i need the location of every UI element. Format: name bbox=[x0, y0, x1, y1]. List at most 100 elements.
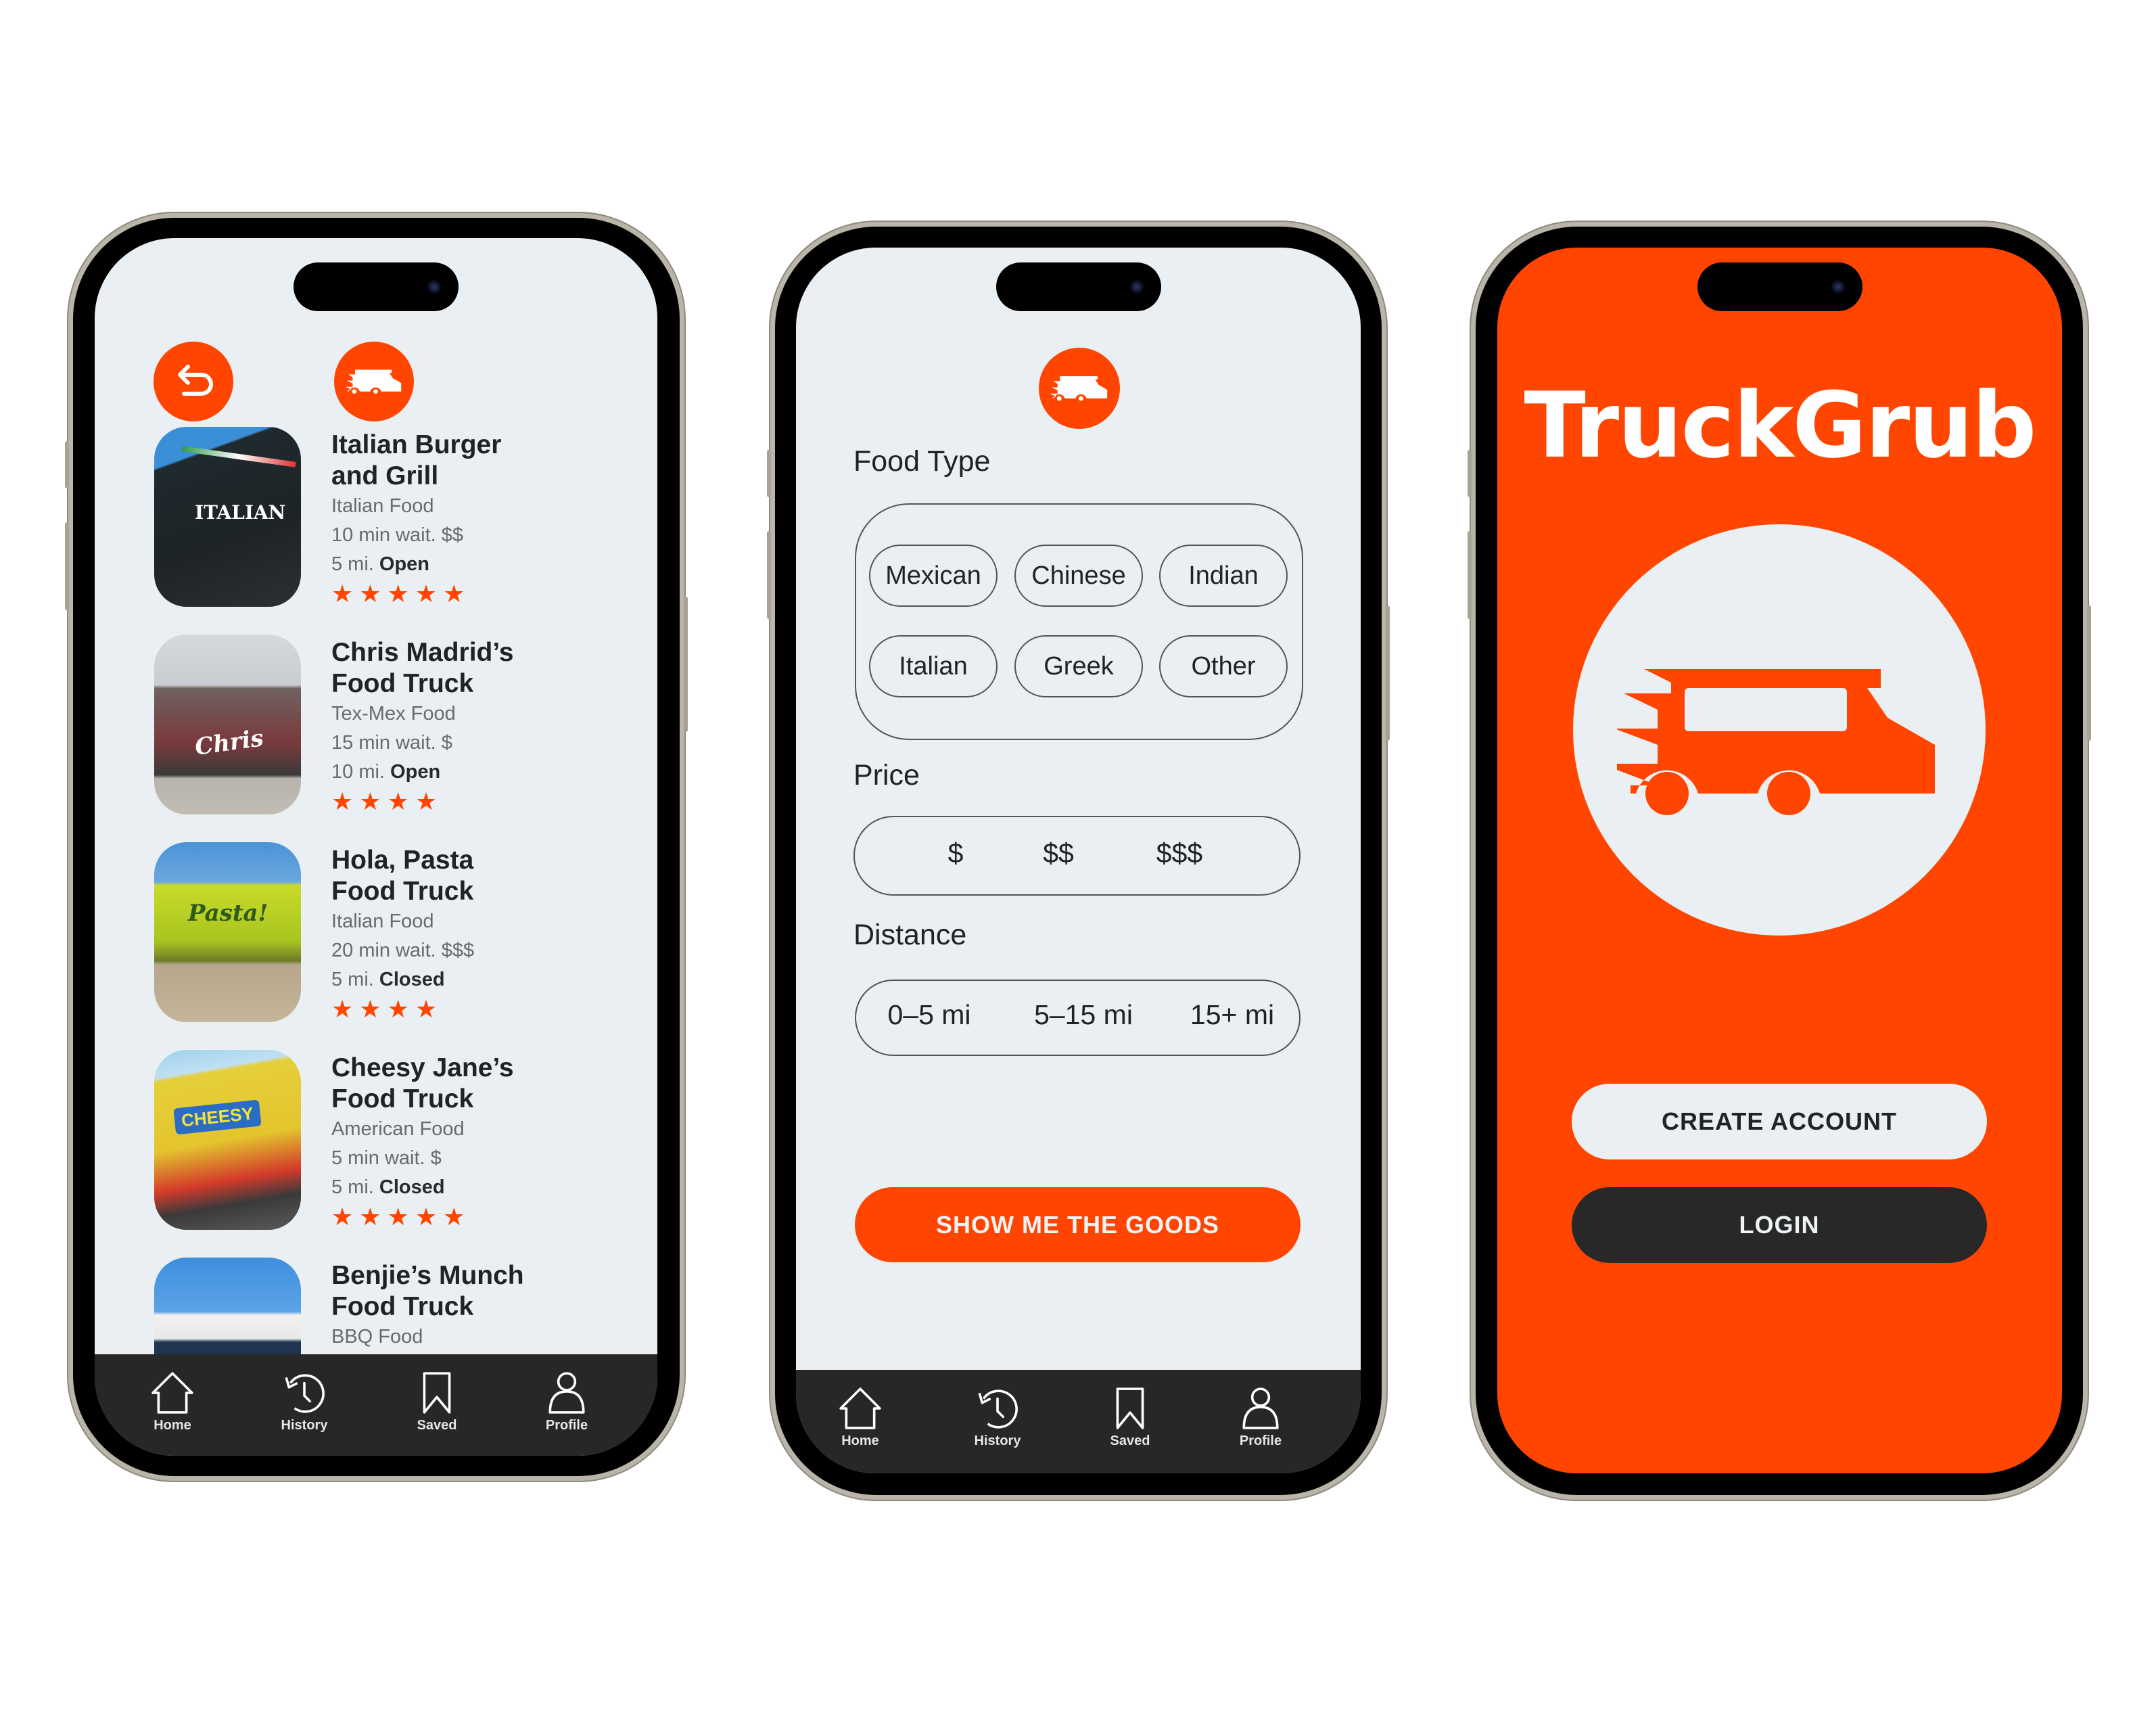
price-label: Price bbox=[853, 759, 920, 791]
truck-category: Italian Food bbox=[331, 495, 434, 517]
distance-option-2[interactable]: 5–15 mi bbox=[1034, 999, 1133, 1031]
nav-profile[interactable]: Profile bbox=[1213, 1386, 1308, 1449]
truck-distance: 5 mi. bbox=[331, 1176, 374, 1198]
undo-arrow-icon bbox=[178, 365, 213, 396]
truck-name: Food Truck bbox=[331, 1084, 474, 1113]
truck-name: Benjie’s Munch bbox=[331, 1261, 524, 1290]
list-item[interactable]: Pasta! Hola, Pasta Food Truck Italian Fo… bbox=[154, 842, 641, 1023]
food-type-label: Food Type bbox=[853, 445, 991, 478]
bookmark-icon bbox=[413, 1371, 461, 1415]
food-truck-icon bbox=[1617, 656, 1942, 818]
truck-distance: 5 mi. bbox=[331, 553, 374, 575]
distance-option-3[interactable]: 15+ mi bbox=[1190, 999, 1274, 1031]
phone-welcome-screen: TruckGrub CREATE ACCOUNT LOGIN bbox=[1468, 227, 2091, 1495]
truck-name: Food Truck bbox=[331, 1292, 474, 1321]
chip-mexican[interactable]: Mexican bbox=[869, 545, 998, 607]
phone-side-button bbox=[1468, 531, 1472, 619]
nav-label: Home bbox=[841, 1433, 879, 1448]
phone-list-screen: ITALIAN Italian Burger and Grill Italian… bbox=[65, 218, 688, 1476]
profile-icon bbox=[1237, 1386, 1284, 1431]
list-item[interactable]: Chris Chris Madrid’s Food Truck Tex-Mex … bbox=[154, 635, 641, 815]
truck-name: Italian Burger bbox=[331, 430, 502, 459]
welcome-screen: TruckGrub CREATE ACCOUNT LOGIN bbox=[1497, 248, 2062, 1473]
phone-side-button bbox=[684, 597, 688, 732]
bottom-nav: Home History Saved Profile bbox=[796, 1370, 1361, 1473]
distance-option-1[interactable]: 0–5 mi bbox=[887, 999, 970, 1031]
chip-chinese[interactable]: Chinese bbox=[1014, 545, 1143, 607]
chip-other[interactable]: Other bbox=[1159, 635, 1288, 697]
truck-name: Hola, Pasta bbox=[331, 846, 474, 875]
phone-side-button bbox=[65, 441, 69, 488]
nav-home[interactable]: Home bbox=[813, 1386, 908, 1449]
phone-side-button bbox=[2087, 605, 2091, 741]
nav-label: History bbox=[281, 1418, 328, 1433]
list-item[interactable]: ITALIAN Italian Burger and Grill Italian… bbox=[154, 427, 641, 607]
history-icon bbox=[281, 1371, 328, 1415]
nav-saved[interactable]: Saved bbox=[390, 1371, 484, 1433]
food-truck-icon bbox=[1050, 373, 1108, 404]
truck-distance: 5 mi. bbox=[331, 969, 374, 990]
star-rating: ★★★★ bbox=[331, 995, 444, 1023]
truck-name: Food Truck bbox=[331, 877, 474, 906]
price-option-3[interactable]: $$$ bbox=[1156, 837, 1202, 869]
filter-truck-button[interactable] bbox=[334, 342, 414, 421]
app-title: TruckGrub bbox=[1524, 373, 2036, 478]
dynamic-island bbox=[294, 262, 459, 311]
dynamic-island bbox=[995, 262, 1161, 311]
bottom-nav: Home History Saved Profile bbox=[95, 1354, 657, 1456]
truck-photo: ITALIAN bbox=[154, 427, 301, 607]
create-account-button[interactable]: CREATE ACCOUNT bbox=[1572, 1084, 1987, 1159]
price-option-1[interactable]: $ bbox=[948, 837, 964, 869]
truck-name: Chris Madrid’s bbox=[331, 638, 514, 667]
food-truck-icon bbox=[346, 367, 402, 396]
truck-name: Food Truck bbox=[331, 669, 474, 698]
price-option-2[interactable]: $$ bbox=[1043, 837, 1074, 869]
star-rating: ★★★★★ bbox=[331, 1203, 471, 1230]
truck-category: American Food bbox=[331, 1118, 465, 1140]
truck-category: Italian Food bbox=[331, 911, 434, 932]
nav-profile[interactable]: Profile bbox=[519, 1371, 614, 1433]
nav-label: History bbox=[974, 1433, 1021, 1448]
chip-indian[interactable]: Indian bbox=[1159, 545, 1288, 607]
nav-home[interactable]: Home bbox=[125, 1371, 220, 1433]
back-button[interactable] bbox=[154, 342, 233, 421]
truck-status: Closed bbox=[379, 969, 445, 990]
phone-filter-screen: Food Type Mexican Chinese Indian Italian… bbox=[767, 227, 1390, 1495]
nav-saved[interactable]: Saved bbox=[1083, 1386, 1177, 1449]
truck-logo-badge bbox=[1039, 348, 1120, 429]
show-results-button[interactable]: SHOW ME THE GOODS bbox=[855, 1187, 1300, 1262]
home-icon bbox=[149, 1371, 196, 1415]
food-type-group bbox=[855, 503, 1303, 740]
nav-label: Profile bbox=[1239, 1433, 1282, 1448]
truck-wait-price: 20 min wait. $$$ bbox=[331, 940, 475, 961]
history-icon bbox=[974, 1386, 1021, 1431]
star-rating: ★★★★★ bbox=[331, 580, 471, 607]
bookmark-icon bbox=[1106, 1386, 1154, 1431]
phone-side-button bbox=[767, 450, 771, 497]
phone-side-button bbox=[65, 522, 69, 610]
truck-wait-price: 5 min wait. $ bbox=[331, 1147, 442, 1169]
truck-status: Open bbox=[379, 553, 430, 575]
phone-side-button bbox=[767, 531, 771, 619]
filter-screen: Food Type Mexican Chinese Indian Italian… bbox=[796, 248, 1361, 1473]
login-button[interactable]: LOGIN bbox=[1572, 1187, 1987, 1263]
price-selector bbox=[853, 816, 1300, 896]
profile-icon bbox=[543, 1371, 590, 1415]
chip-italian[interactable]: Italian bbox=[869, 635, 998, 697]
nav-history[interactable]: History bbox=[950, 1386, 1045, 1449]
nav-label: Profile bbox=[545, 1418, 588, 1433]
truck-photo: Chris bbox=[154, 635, 301, 814]
list-item[interactable]: CHEESY Cheesy Jane’s Food Truck American… bbox=[154, 1050, 641, 1230]
truck-wait-price: 10 min wait. $$ bbox=[331, 524, 464, 546]
truck-wait-price: 15 min wait. $ bbox=[331, 732, 452, 754]
truck-photo: CHEESY bbox=[154, 1050, 301, 1230]
nav-label: Saved bbox=[1110, 1433, 1150, 1448]
chip-greek[interactable]: Greek bbox=[1014, 635, 1143, 697]
logo-circle bbox=[1573, 524, 1986, 936]
nav-label: Saved bbox=[417, 1418, 457, 1433]
nav-history[interactable]: History bbox=[257, 1371, 352, 1433]
truck-photo: Pasta! bbox=[154, 842, 301, 1022]
truck-name: Cheesy Jane’s bbox=[331, 1053, 514, 1082]
distance-label: Distance bbox=[853, 919, 967, 951]
truck-name: and Grill bbox=[331, 461, 439, 490]
